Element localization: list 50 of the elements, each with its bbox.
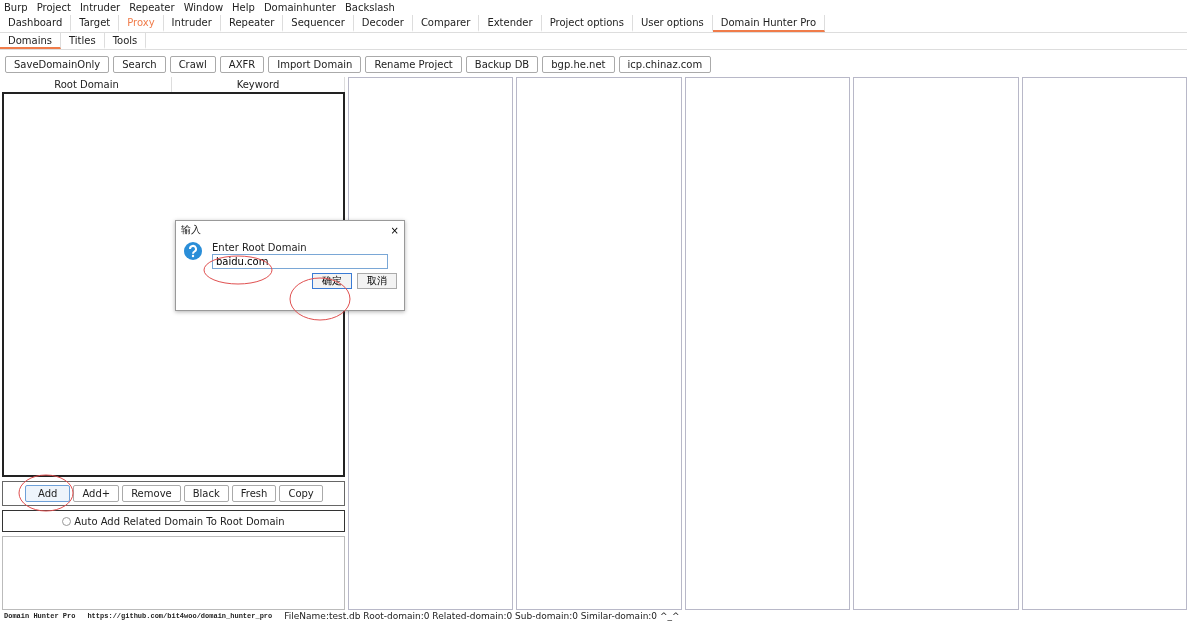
question-icon — [184, 242, 202, 260]
tab[interactable]: Sequencer — [283, 15, 354, 32]
dialog-button[interactable]: 取消 — [357, 273, 397, 289]
toolbar-button[interactable]: bgp.he.net — [542, 56, 615, 73]
input-field[interactable]: baidu.com — [212, 254, 388, 269]
tab[interactable]: Tools — [104, 33, 147, 49]
menu-item[interactable]: Domainhunter — [263, 2, 336, 13]
column-header[interactable]: Keyword — [172, 77, 345, 92]
tab[interactable]: Project options — [541, 15, 633, 32]
toolbar-button[interactable]: Search — [113, 56, 166, 73]
toolbar-button[interactable]: icp.chinaz.com — [618, 56, 712, 73]
domain-button[interactable]: Add+ — [73, 485, 120, 502]
dialog-message: Enter Root Domain — [212, 242, 308, 253]
toolbar-button[interactable]: Import Domain — [268, 56, 362, 73]
domain-button[interactable]: Black — [183, 485, 229, 502]
toolbar-button[interactable]: AXFR — [219, 56, 265, 73]
tab[interactable]: Repeater — [220, 15, 284, 32]
tab[interactable]: Target — [71, 15, 120, 32]
tab[interactable]: Intruder — [163, 15, 221, 32]
annotation-ellipse — [288, 276, 352, 322]
tab[interactable]: Decoder — [353, 15, 413, 32]
menu-item[interactable]: Window — [183, 2, 224, 13]
menu-item[interactable]: Intruder — [79, 2, 121, 13]
annotation-ellipse — [202, 254, 274, 286]
toolbar-button[interactable]: SaveDomainOnly — [5, 56, 110, 73]
tab[interactable]: Comparer — [412, 15, 480, 32]
radio-label[interactable]: Auto Add Related Domain To Root Domain — [74, 515, 285, 527]
column-header[interactable]: Root Domain — [2, 77, 172, 92]
status-text: FileName:test.db Root-domain:0 Related-domain:0 Sub-domain:0 Similar-domain:0 ^_^ — [284, 611, 680, 621]
tab[interactable]: User options — [632, 15, 713, 32]
toolbar-button[interactable]: Backup DB — [465, 56, 539, 73]
toolbar-button[interactable]: Rename Project — [365, 56, 462, 73]
menu-item[interactable]: Project — [36, 2, 71, 13]
tab[interactable]: Domains — [0, 33, 61, 49]
tab[interactable]: Dashboard — [0, 15, 72, 32]
menu-item[interactable]: Repeater — [129, 2, 175, 13]
menu-item[interactable]: Backslash — [344, 2, 395, 13]
domain-button[interactable]: Copy — [279, 485, 323, 502]
dialog-button[interactable]: 确定 — [312, 273, 352, 289]
menu-item[interactable]: Help — [232, 2, 255, 13]
toolbar-button[interactable]: Crawl — [169, 56, 216, 73]
domain-button[interactable]: Add — [25, 485, 71, 502]
annotation-ellipse — [17, 473, 75, 513]
domain-button[interactable]: Fresh — [231, 485, 277, 502]
domain-button[interactable]: Remove — [122, 485, 181, 502]
tab[interactable]: Extender — [479, 15, 542, 32]
tab[interactable]: Domain Hunter Pro — [712, 15, 826, 32]
tab[interactable]: Titles — [61, 33, 105, 49]
menu-item[interactable]: Burp — [4, 2, 28, 13]
dialog-title: 输入 — [181, 223, 201, 237]
